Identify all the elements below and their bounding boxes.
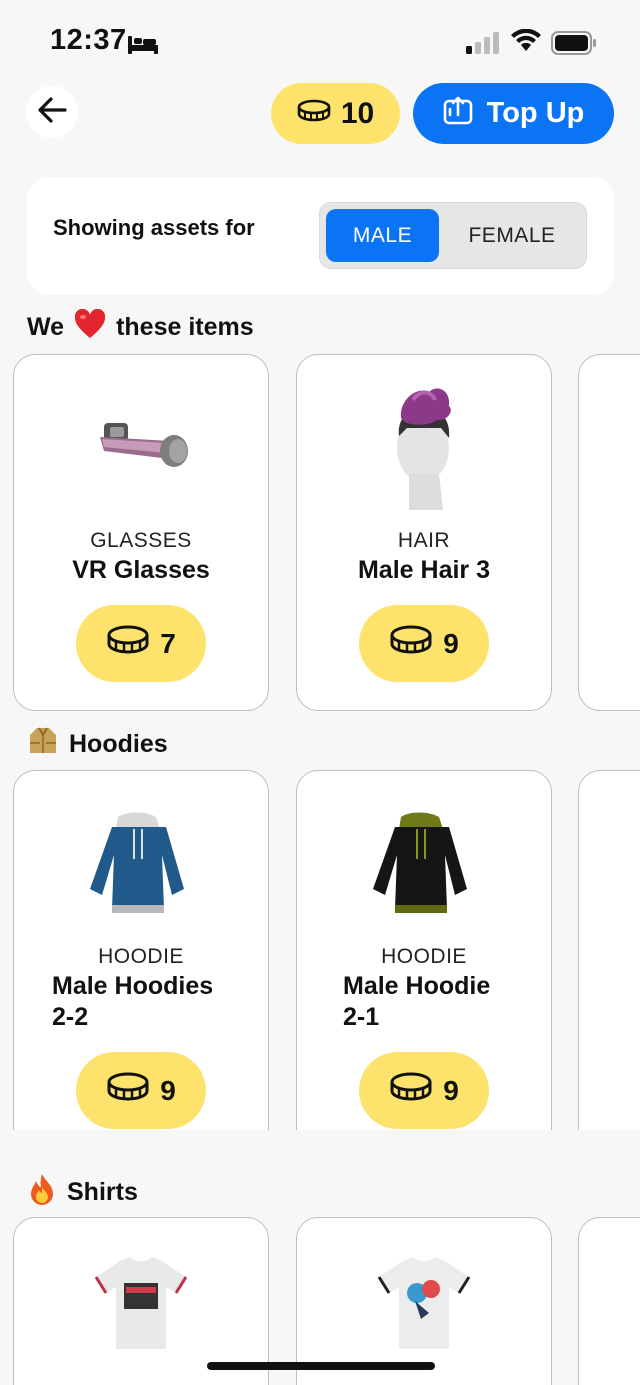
blue-hoodie-image <box>14 789 268 939</box>
price-value: 9 <box>443 627 459 659</box>
price-value: 7 <box>160 627 176 659</box>
item-category: HAIR <box>397 529 451 552</box>
item-name-line2: 2-1 <box>343 1003 380 1031</box>
section-title-hoodies: Hoodies <box>27 725 168 764</box>
item-category: HOODIE <box>98 945 184 968</box>
printed-tshirt-image <box>297 1248 551 1358</box>
gender-selector-label: Showing assets for <box>53 215 255 240</box>
price-button[interactable]: 9 <box>76 1052 206 1129</box>
top-up-icon <box>443 95 475 133</box>
coat-icon <box>27 725 59 764</box>
status-bar: 12:37 <box>0 0 640 80</box>
back-button[interactable] <box>26 86 78 138</box>
item-name: VR Glasses <box>72 556 210 584</box>
price-button[interactable]: 7 <box>76 605 206 682</box>
item-name-line1: Male Hoodies <box>52 972 214 1000</box>
top-up-label: Top Up <box>486 97 585 129</box>
coin-icon <box>106 624 150 663</box>
price-button[interactable]: 9 <box>359 1052 489 1129</box>
coin-icon <box>297 97 331 131</box>
item-card[interactable]: HOODIE Male Hoodie 2-1 9 <box>296 770 552 1130</box>
item-card-partial[interactable] <box>578 354 640 711</box>
shirts-row[interactable] <box>0 1217 640 1385</box>
gender-option-male[interactable]: MALE <box>326 209 439 262</box>
section-title-shirts: Shirts <box>27 1173 138 1212</box>
section-title-prefix: We <box>27 313 65 341</box>
heart-icon <box>74 308 106 346</box>
top-up-button[interactable]: Top Up <box>413 83 614 144</box>
featured-items-row[interactable]: GLASSES VR Glasses 7 HAIR Male Hair 3 9 <box>0 354 640 714</box>
status-time: 12:37 <box>50 24 127 56</box>
home-indicator <box>207 1362 435 1370</box>
battery-icon <box>551 31 597 60</box>
price-button[interactable]: 9 <box>359 605 489 682</box>
item-category: GLASSES <box>90 529 192 552</box>
item-card-partial[interactable] <box>578 1217 640 1385</box>
wifi-icon <box>510 28 542 58</box>
section-title-text: Shirts <box>67 1178 138 1206</box>
item-name: Male Hoodie 2-1 <box>297 971 551 1033</box>
section-title-featured: We these items <box>27 308 254 346</box>
section-title-text: Hoodies <box>69 730 168 758</box>
item-name: Male Hoodies 2-2 <box>14 971 268 1033</box>
section-title-suffix: these items <box>116 313 254 341</box>
item-category: HOODIE <box>381 945 467 968</box>
bed-icon <box>128 34 158 59</box>
black-hoodie-image <box>297 789 551 939</box>
gender-toggle: MALE FEMALE <box>319 202 587 269</box>
coin-icon <box>389 1071 433 1110</box>
gender-selector-card: Showing assets for MALE FEMALE <box>27 177 614 295</box>
item-card[interactable]: HAIR Male Hair 3 9 <box>296 354 552 711</box>
gender-option-female[interactable]: FEMALE <box>447 209 577 262</box>
arrow-left-icon <box>37 96 67 128</box>
item-name-line1: Male Hoodie <box>343 972 491 1000</box>
cellular-signal-icon <box>466 32 502 59</box>
coin-balance[interactable]: 10 <box>271 83 400 144</box>
item-name: Male Hair 3 <box>357 556 490 584</box>
coin-icon <box>389 624 433 663</box>
fire-icon <box>27 1173 57 1212</box>
coin-balance-value: 10 <box>340 96 375 130</box>
price-value: 9 <box>160 1074 176 1106</box>
item-card-partial[interactable] <box>578 770 640 1130</box>
price-value: 9 <box>443 1074 459 1106</box>
item-card[interactable] <box>296 1217 552 1385</box>
item-card[interactable]: HOODIE Male Hoodies 2-2 9 <box>13 770 269 1130</box>
male-hair-image <box>297 373 551 523</box>
item-card[interactable] <box>13 1217 269 1385</box>
item-name-line2: 2-2 <box>52 1003 89 1031</box>
white-tshirt-image <box>14 1248 268 1358</box>
hoodies-row[interactable]: HOODIE Male Hoodies 2-2 9 HOODIE Male Ho… <box>0 770 640 1130</box>
coin-icon <box>106 1071 150 1110</box>
vr-glasses-image <box>14 373 268 523</box>
item-card[interactable]: GLASSES VR Glasses 7 <box>13 354 269 711</box>
